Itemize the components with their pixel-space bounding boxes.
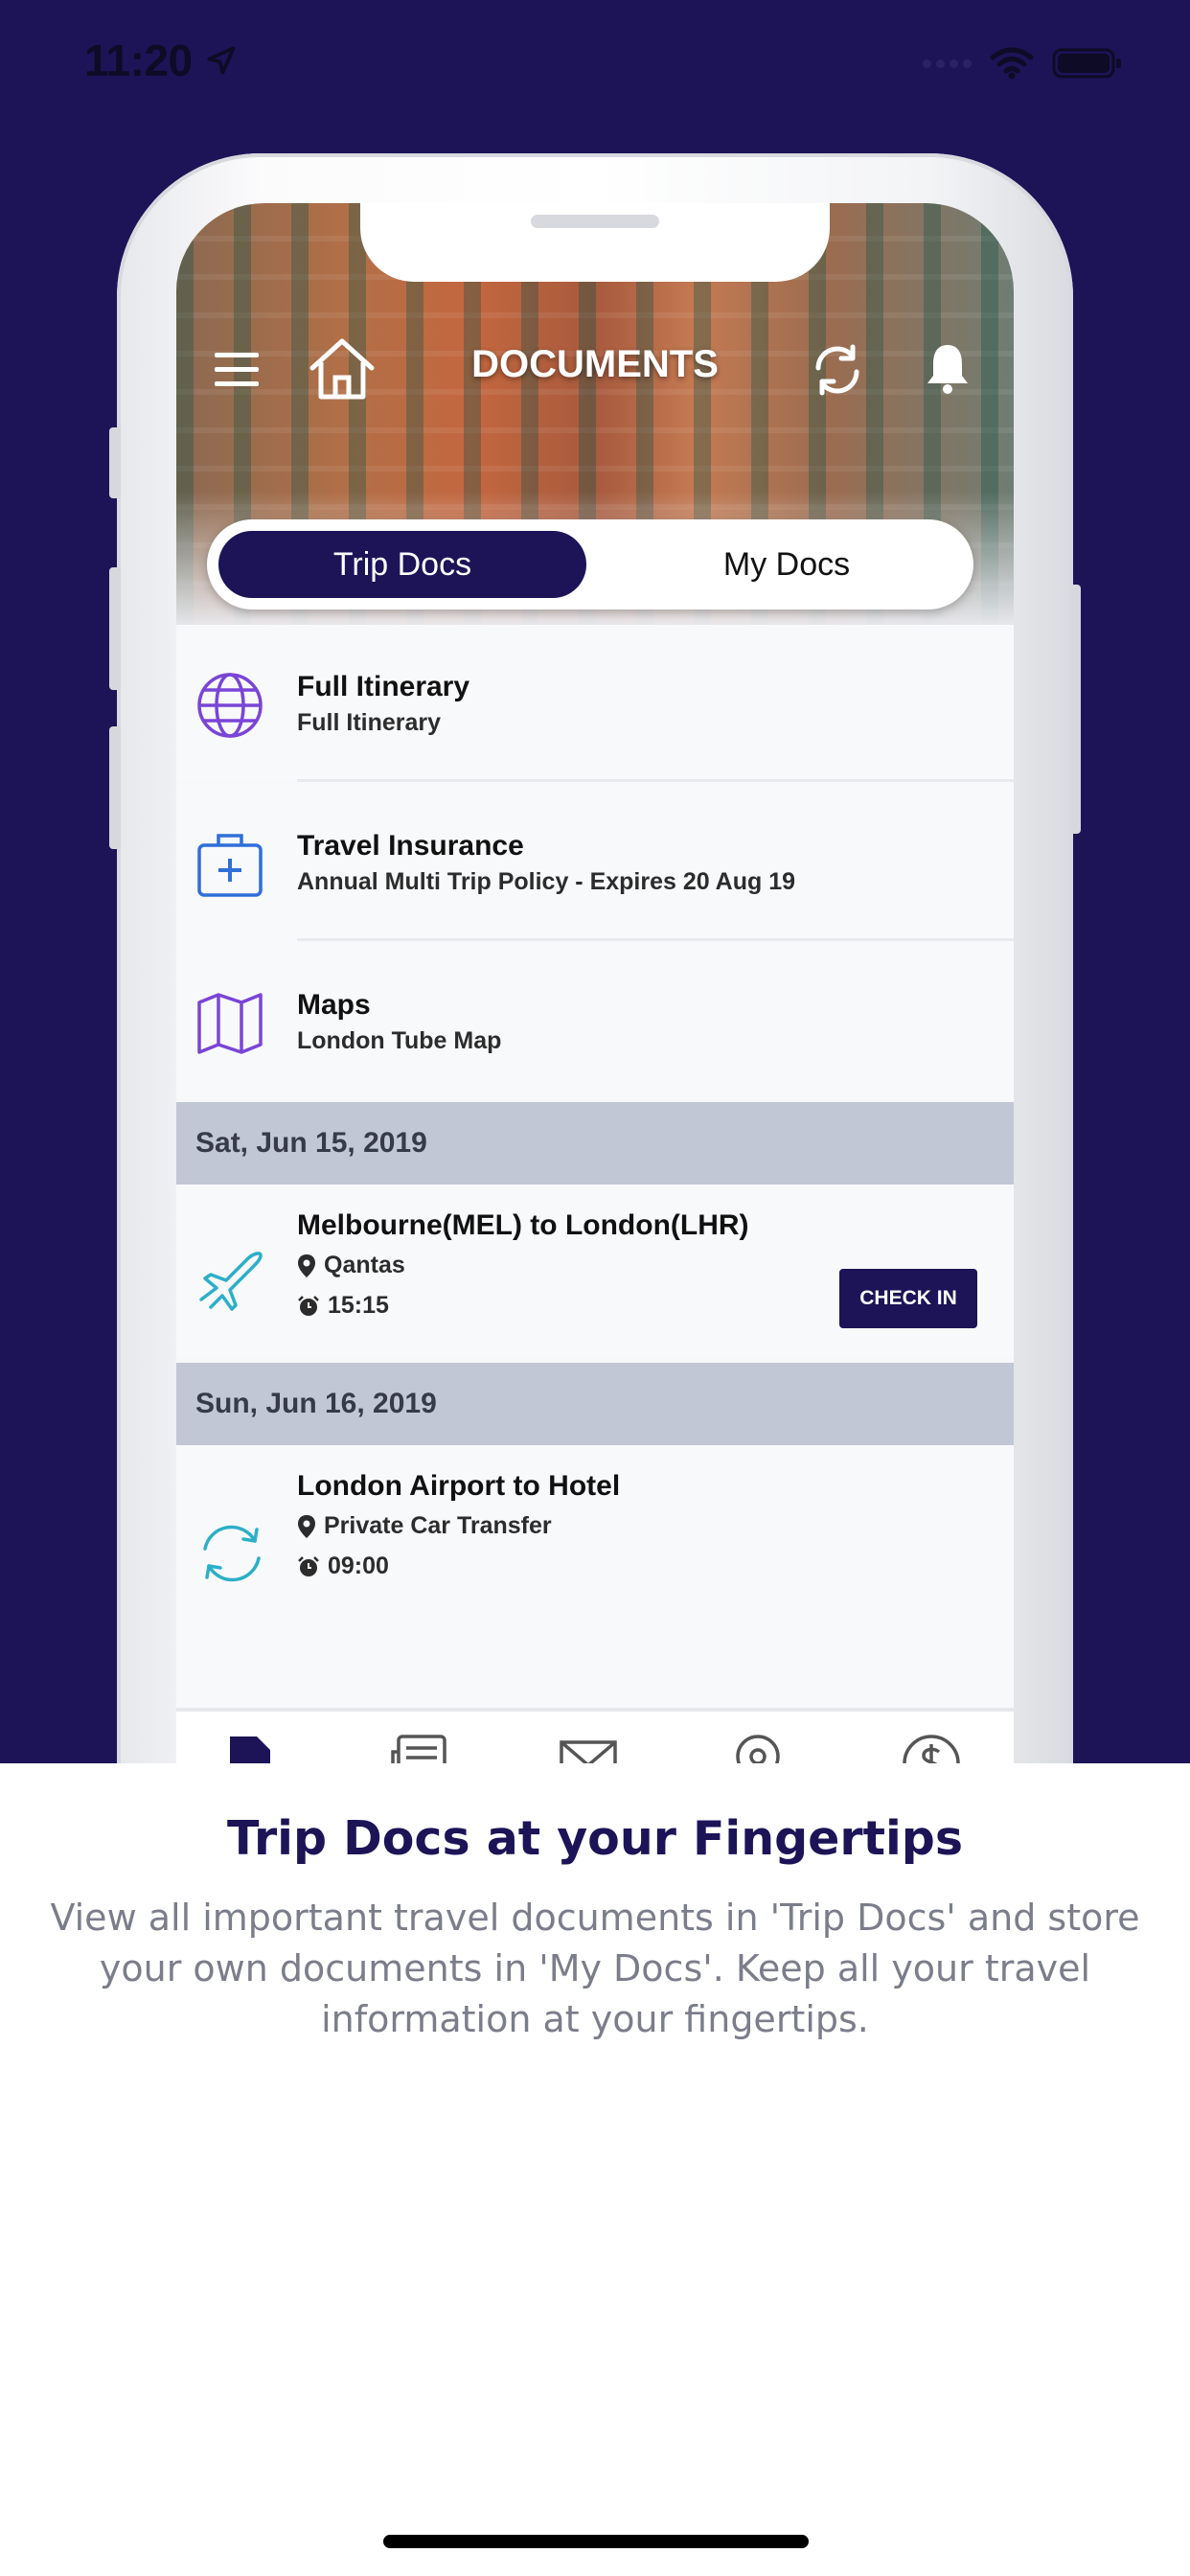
trip-provider: Qantas (324, 1252, 405, 1278)
wifi-icon (990, 47, 1034, 80)
newspaper-tab-icon[interactable] (389, 1733, 448, 1763)
trip-item-transfer[interactable]: London Airport to Hotel Private Car Tran… (176, 1445, 1014, 1708)
phone-notch (360, 203, 830, 282)
tab-my-docs[interactable]: My Docs (609, 531, 964, 598)
location-pin-icon (298, 1514, 315, 1538)
check-in-button[interactable]: CHECK IN (839, 1269, 977, 1328)
documents-tab-icon[interactable] (226, 1733, 274, 1763)
trip-title: London Airport to Hotel (297, 1470, 621, 1502)
phone-power-button (1069, 585, 1081, 834)
date-header: Sat, Jun 15, 2019 (176, 1102, 1014, 1184)
location-tab-icon[interactable] (734, 1733, 782, 1763)
page-title: DOCUMENTS (471, 343, 719, 385)
status-bar: 11:20 (0, 0, 1190, 126)
globe-icon (197, 673, 263, 738)
trip-time: 15:15 (328, 1292, 389, 1319)
status-indicators (923, 46, 1123, 80)
status-time: 11:20 (84, 35, 193, 85)
app-header: DOCUMENTS (176, 328, 1014, 414)
sync-icon[interactable] (809, 341, 866, 399)
phone-volume-down (109, 726, 121, 849)
phone-silent-switch (109, 427, 121, 498)
feature-title: Trip Docs at your Fingertips (226, 1811, 964, 1866)
bottom-tab-bar (176, 1708, 1014, 1763)
document-title: Maps (297, 989, 371, 1021)
mail-tab-icon[interactable] (558, 1733, 619, 1763)
promo-background: 11:20 DOCUMENTS Trip Docs My Docs Full I… (0, 0, 1190, 1763)
document-title: Travel Insurance (297, 830, 524, 862)
currency-tab-icon[interactable] (901, 1733, 962, 1763)
alarm-clock-icon (298, 1295, 319, 1316)
document-row-maps[interactable]: Maps London Tube Map (176, 943, 1014, 1100)
battery-icon (1052, 48, 1121, 79)
location-pin-icon (298, 1254, 315, 1277)
medical-bag-icon (197, 834, 263, 897)
document-row-insurance[interactable]: Travel Insurance Annual Multi Trip Polic… (176, 784, 1014, 941)
docs-segmented-control: Trip Docs My Docs (207, 519, 973, 610)
trip-item-flight[interactable]: Melbourne(MEL) to London(LHR) Qantas 15:… (176, 1184, 1014, 1357)
map-icon (197, 993, 263, 1054)
location-arrow-icon (207, 46, 236, 75)
document-row-itinerary[interactable]: Full Itinerary Full Itinerary (176, 625, 1014, 782)
document-subtitle: Full Itinerary (297, 709, 442, 736)
date-header: Sun, Jun 16, 2019 (176, 1363, 1014, 1445)
home-indicator[interactable] (383, 2535, 809, 2548)
transfer-icon (203, 1525, 261, 1582)
trip-title: Melbourne(MEL) to London(LHR) (297, 1209, 749, 1241)
phone-screen: DOCUMENTS Trip Docs My Docs Full Itinera… (176, 203, 1014, 1763)
document-subtitle: Annual Multi Trip Policy - Expires 20 Au… (297, 868, 796, 895)
phone-volume-up (109, 567, 121, 690)
tab-trip-docs[interactable]: Trip Docs (218, 531, 586, 598)
bell-icon[interactable] (924, 341, 972, 395)
alarm-clock-icon (298, 1555, 319, 1576)
plane-icon (199, 1252, 263, 1311)
signal-icon (923, 58, 972, 68)
trip-time: 09:00 (328, 1552, 389, 1579)
document-title: Full Itinerary (297, 671, 470, 702)
document-subtitle: London Tube Map (297, 1027, 502, 1054)
feature-description: View all important travel documents in '… (50, 1897, 1140, 2040)
trip-provider: Private Car Transfer (324, 1512, 552, 1539)
